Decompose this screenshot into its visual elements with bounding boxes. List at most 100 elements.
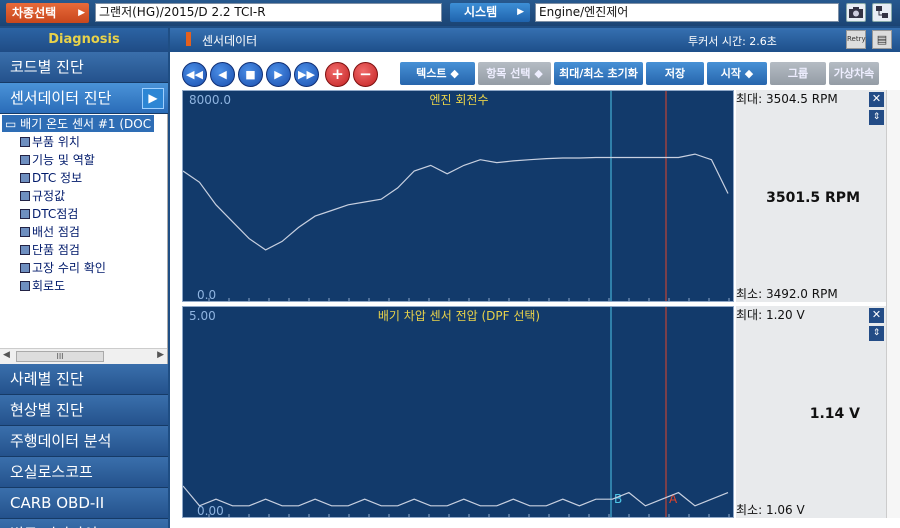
step-forward-icon[interactable]: ▶	[266, 62, 291, 87]
cursor-b-label: B	[614, 492, 622, 506]
start-button[interactable]: 시작 ◆	[707, 62, 767, 85]
tree-item[interactable]: 회로도	[20, 277, 65, 294]
sensor-data-titlebar: 센서데이터 투커서 시간: 2.6초 Retry ▤	[170, 28, 900, 52]
step-back-icon[interactable]: ◀	[210, 62, 235, 87]
item-select-button[interactable]: 항목 선택 ◆	[478, 62, 551, 85]
y-max-label: 5.00	[189, 309, 216, 323]
reset-minmax-button[interactable]: 최대/최소 초기화	[554, 62, 643, 85]
virtual-speed-button[interactable]: 가상차속	[829, 62, 879, 85]
menu-driving-data-analysis[interactable]: 주행데이터 분석	[0, 426, 168, 457]
dpf-chart: 5.000.00배기 차압 센서 전압 (DPF 선택)B A	[183, 307, 730, 518]
system-select-button[interactable]: 시스템 ▶	[450, 3, 530, 22]
tree-item[interactable]: 단품 점검	[20, 241, 80, 258]
tree-item-label: 고장 수리 확인	[32, 261, 106, 275]
document-icon	[20, 281, 30, 291]
text-view-button[interactable]: 텍스트 ◆	[400, 62, 475, 85]
series-line	[183, 153, 729, 251]
menu-case-diagnosis[interactable]: 사례별 진단	[0, 364, 168, 395]
menu-code-diagnosis[interactable]: 코드별 진단	[0, 52, 168, 83]
tree-root-label: 배기 온도 센서 #1 (DOC	[20, 117, 152, 131]
tree-item[interactable]: 배선 점검	[20, 223, 80, 240]
menu-carb-obd2[interactable]: CARB OBD-II	[0, 488, 168, 519]
tree-item-label: DTC점검	[32, 207, 79, 221]
document-icon	[20, 227, 30, 237]
tree-item[interactable]: 부품 위치	[20, 133, 80, 150]
system-select-label: 시스템	[464, 5, 498, 19]
document-icon	[20, 173, 30, 183]
page-title: 센서데이터	[202, 34, 258, 48]
scroll-thumb[interactable]: III	[16, 351, 104, 362]
title-marker	[186, 32, 191, 46]
chart-vertical-scrollbar[interactable]	[886, 90, 900, 518]
camera-icon[interactable]	[846, 3, 866, 22]
close-icon[interactable]: ✕	[869, 308, 884, 323]
vehicle-field[interactable]: 그랜저(HG)/2015/D 2.2 TCI-R	[95, 3, 442, 22]
folder-icon: ▭	[5, 117, 17, 131]
fast-forward-icon[interactable]: ▶▶	[294, 62, 319, 87]
menu-oscilloscope[interactable]: 오실로스코프	[0, 457, 168, 488]
rpm-readout: 최대: 3504.5 RPM 3501.5 RPM 최소: 3492.0 RPM…	[736, 90, 886, 302]
series-line	[183, 485, 729, 507]
play-icon[interactable]: ▶	[142, 88, 164, 109]
vehicle-select-button[interactable]: 차종선택 ▶	[6, 3, 89, 23]
document-icon	[20, 191, 30, 201]
menu-sensor-data-label: 센서데이터 진단	[10, 89, 112, 107]
rpm-chart-panel[interactable]: 8000.0 0.0 엔진 회전수	[182, 90, 734, 302]
dpf-chart-panel[interactable]: 5.00 0.00 배기 차압 센서 전압 (DPF 선택) B A	[182, 306, 734, 518]
menu-sensor-data-diagnosis[interactable]: 센서데이터 진단 ▶	[0, 83, 168, 114]
y-min-label: 0.00	[197, 504, 224, 518]
dpf-min-label: 최소: 1.06 V	[736, 503, 805, 517]
tree-item[interactable]: DTC점검	[20, 205, 78, 222]
tree-item-label: 회로도	[32, 279, 66, 293]
system-field[interactable]: Engine/엔진제어	[535, 3, 839, 22]
zoom-out-icon[interactable]: −	[353, 62, 378, 87]
layout-icon[interactable]: ▤	[872, 30, 892, 49]
menu-symptom-diagnosis[interactable]: 현상별 진단	[0, 395, 168, 426]
retry-icon[interactable]: Retry	[846, 30, 866, 49]
rpm-chart: 8000.0 0.0 엔진 회전수	[183, 91, 730, 302]
network-icon[interactable]	[872, 3, 892, 22]
save-button[interactable]: 저장	[646, 62, 704, 85]
cursor-time: 투커서 시간: 2.6초	[688, 35, 777, 48]
rewind-icon[interactable]: ◀◀	[182, 62, 207, 87]
y-max-label: 8000.0	[189, 93, 231, 107]
zoom-in-icon[interactable]: +	[325, 62, 350, 87]
close-icon[interactable]: ✕	[869, 92, 884, 107]
group-button[interactable]: 그룹	[770, 62, 826, 85]
dpf-readout: 최대: 1.20 V 1.14 V 최소: 1.06 V ✕ ⇕	[736, 306, 886, 518]
document-icon	[20, 155, 30, 165]
tree-horizontal-scrollbar[interactable]: ◀ III ▶	[0, 348, 167, 364]
rpm-max-label: 최대: 3504.5 RPM	[736, 92, 838, 106]
tree-item-label: 배선 점검	[32, 225, 80, 239]
main-area: 센서데이터 투커서 시간: 2.6초 Retry ▤ ◀◀ ◀ ■ ▶ ▶▶ +…	[170, 28, 900, 528]
dpf-max-label: 최대: 1.20 V	[736, 308, 805, 322]
menu-regulation-guide[interactable]: 법규 진단가이드	[0, 519, 168, 528]
tree-item-label: 단품 점검	[32, 243, 80, 257]
tree-item[interactable]: 기능 및 역할	[20, 151, 95, 168]
tree-item[interactable]: 고장 수리 확인	[20, 259, 106, 276]
rpm-min-label: 최소: 3492.0 RPM	[736, 287, 838, 301]
rpm-current-value: 3501.5 RPM	[766, 190, 860, 206]
swap-icon[interactable]: ⇕	[869, 326, 884, 341]
scroll-right-icon[interactable]: ▶	[157, 350, 164, 360]
dpf-current-value: 1.14 V	[809, 406, 860, 422]
top-bar: 차종선택 ▶ 그랜저(HG)/2015/D 2.2 TCI-R 시스템 ▶ En…	[0, 0, 900, 26]
tree-root-item[interactable]: ▭ 배기 온도 센서 #1 (DOC	[2, 115, 155, 132]
tree-item-label: 부품 위치	[32, 135, 80, 149]
tree-item-label: 기능 및 역할	[32, 153, 95, 167]
tree-item[interactable]: 규정값	[20, 187, 65, 204]
tree-item-label: DTC 정보	[32, 171, 83, 185]
tree-item-label: 규정값	[32, 189, 66, 203]
swap-icon[interactable]: ⇕	[869, 110, 884, 125]
chevron-right-icon: ▶	[78, 8, 85, 18]
stop-icon[interactable]: ■	[238, 62, 263, 87]
vehicle-select-label: 차종선택	[12, 6, 57, 20]
tree-panel: ▭ 배기 온도 센서 #1 (DOC 부품 위치 기능 및 역할 DTC 정보 …	[0, 114, 168, 364]
tree-item[interactable]: DTC 정보	[20, 169, 82, 186]
document-icon	[20, 137, 30, 147]
chevron-right-icon: ▶	[517, 7, 524, 17]
series-name-label: 배기 차압 센서 전압 (DPF 선택)	[378, 309, 540, 323]
y-min-label: 0.0	[197, 288, 216, 302]
scroll-left-icon[interactable]: ◀	[3, 350, 10, 360]
sidebar-header: Diagnosis	[0, 28, 168, 52]
